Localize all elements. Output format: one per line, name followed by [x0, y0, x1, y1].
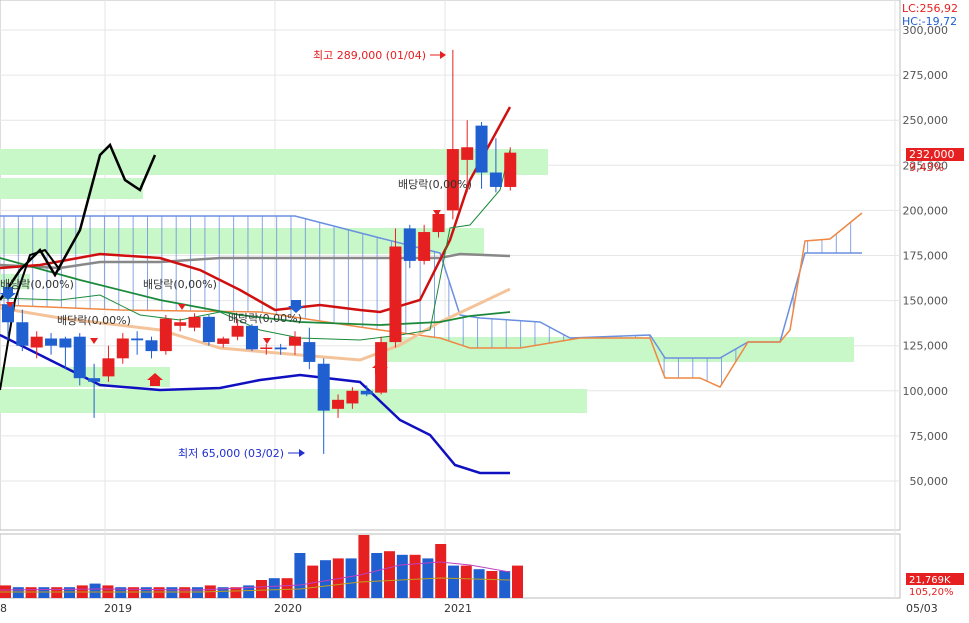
dividend-label: 배당락(0,00%) — [228, 312, 302, 325]
candle-body — [116, 338, 129, 359]
volume-bar — [396, 554, 408, 598]
time-axis: 8 2019 2020 2021 05/03 — [0, 602, 938, 615]
candle-body — [489, 172, 502, 187]
volume-bar — [512, 565, 523, 598]
volume-bar — [358, 535, 370, 598]
candle-body — [475, 125, 488, 173]
candle-body — [30, 336, 43, 348]
volume-bar — [89, 583, 101, 598]
price-tick-label: 125,000 — [903, 340, 949, 353]
time-tick-label: 05/03 — [906, 602, 938, 615]
candle-body — [289, 336, 301, 346]
candle-body — [418, 232, 431, 261]
current-price-label: 232,000 — [909, 148, 955, 161]
candle-body — [303, 342, 316, 362]
volume-bar — [153, 587, 165, 598]
volume-pct: 105,20% — [909, 587, 954, 598]
candle-body — [88, 378, 101, 382]
time-tick-label: 8 — [0, 602, 7, 615]
candle-body — [389, 246, 402, 343]
candle-body — [159, 318, 172, 352]
volume-bar — [281, 578, 293, 598]
candle-body — [317, 363, 330, 411]
candle-body — [403, 228, 416, 261]
candle-body — [245, 325, 258, 350]
price-panel — [0, 0, 901, 531]
volume-bar — [256, 580, 267, 598]
high-annotation: 최고 289,000 (01/04) — [313, 49, 426, 62]
candle-body — [59, 338, 72, 348]
time-tick-label: 2020 — [274, 602, 302, 615]
candle-body — [102, 358, 115, 377]
dividend-label: 배당락(0,00%) — [0, 278, 74, 291]
volume-bar — [294, 553, 306, 598]
legend-lc: LC:256,92 — [902, 2, 958, 15]
candle-body — [274, 347, 287, 350]
volume-bar — [384, 551, 395, 598]
volume-bar — [268, 578, 280, 598]
price-band — [0, 178, 143, 199]
volume-bar — [320, 560, 331, 598]
price-tick-label: 250,000 — [903, 114, 949, 127]
chart-svg: 300,000275,000250,000225,000200,000175,0… — [0, 0, 964, 615]
stock-chart: 300,000 275,000 250,000 225,000 200,000 175,0… — [0, 0, 969, 619]
dividend-label: 배당락(0,00%) — [398, 178, 472, 191]
volume-bar — [460, 565, 472, 598]
candle-body — [202, 316, 215, 343]
price-tick-label: 275,000 — [903, 69, 949, 82]
dividend-label: 배당락(0,00%) — [143, 278, 217, 291]
price-tick-label: 75,000 — [910, 430, 949, 443]
volume-bar — [409, 554, 421, 598]
volume-bar — [166, 587, 178, 598]
candle-body — [145, 340, 158, 352]
candle-body — [45, 338, 58, 346]
price-axis: 300,000275,000250,000225,000200,000175,0… — [903, 24, 949, 488]
candle-body — [260, 347, 273, 350]
price-band — [380, 337, 854, 362]
candle-body — [16, 322, 29, 346]
candle-body — [504, 152, 517, 187]
price-tick-label: 50,000 — [910, 475, 949, 488]
candle-body — [217, 338, 230, 344]
candle-body — [432, 214, 445, 233]
volume-bar — [51, 587, 63, 598]
candle-body — [332, 399, 345, 409]
time-tick-label: 2019 — [104, 602, 132, 615]
price-tick-label: 200,000 — [903, 204, 949, 217]
candle-body — [346, 390, 359, 404]
candle-body — [2, 304, 14, 323]
dividend-label: 배당락(0,00%) — [57, 314, 131, 327]
volume-bar — [371, 553, 383, 598]
volume-bar — [192, 587, 203, 598]
price-tick-label: 150,000 — [903, 295, 949, 308]
volume-bar — [38, 587, 50, 598]
volume-bar — [25, 587, 37, 598]
volume-bar — [435, 544, 447, 598]
current-price-pct: 9,43% — [909, 161, 944, 174]
time-tick-label: 2021 — [444, 602, 472, 615]
volume-bar — [140, 587, 152, 598]
candle-body — [461, 147, 474, 160]
candle-body — [360, 390, 373, 395]
volume-bar — [473, 569, 485, 598]
candle-body — [73, 336, 86, 379]
price-tick-label: 175,000 — [903, 250, 949, 263]
volume-bar — [345, 558, 357, 598]
volume-label: 21,769K — [909, 575, 951, 586]
volume-bar — [448, 565, 459, 598]
volume-bar — [486, 571, 498, 598]
volume-bar — [499, 571, 511, 598]
low-annotation: 최저 65,000 (03/02) — [178, 447, 284, 460]
candle-body — [131, 338, 144, 341]
price-tick-label: 100,000 — [903, 385, 949, 398]
volume-bar — [12, 587, 24, 598]
candle-body — [188, 316, 201, 328]
candle-body — [174, 322, 187, 326]
legend-hc: HC:-19,72 — [902, 15, 957, 28]
candle-body — [231, 325, 244, 337]
volume-bar — [179, 587, 191, 598]
price-band — [0, 389, 587, 413]
